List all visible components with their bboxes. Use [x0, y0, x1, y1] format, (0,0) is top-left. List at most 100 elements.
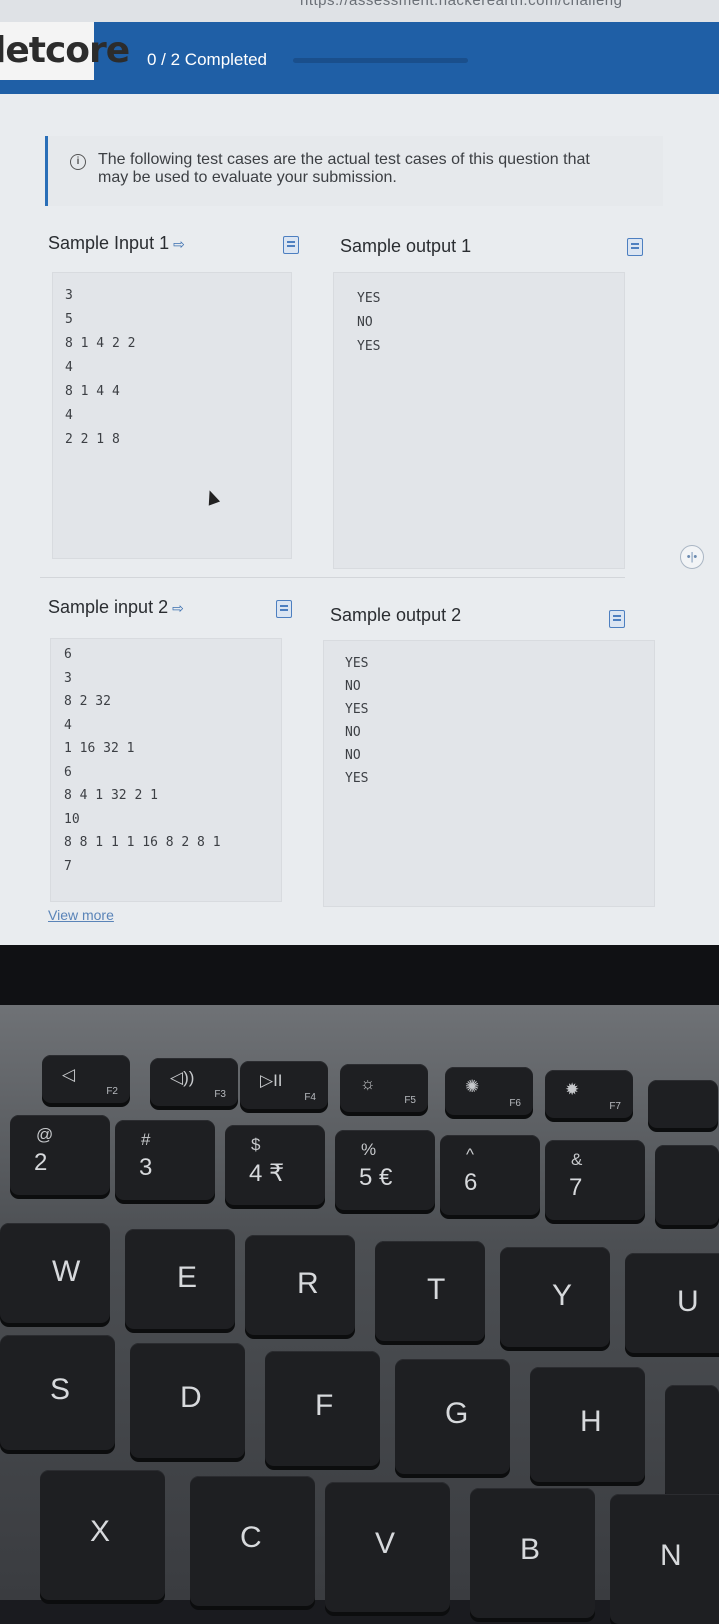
key-f4[interactable]: ▷II F4	[240, 1061, 328, 1109]
key-d[interactable]: D	[130, 1343, 245, 1458]
input-line: 8 1 4 2 2	[65, 336, 136, 351]
key-g[interactable]: G	[395, 1359, 510, 1474]
input-line: 7	[64, 858, 72, 874]
input-line: 4	[64, 717, 72, 733]
key-label: 7	[569, 1174, 583, 1201]
key-label: U	[677, 1285, 699, 1318]
progress-bar	[293, 58, 468, 63]
key-y[interactable]: Y	[500, 1247, 610, 1347]
key-r[interactable]: R	[245, 1235, 355, 1335]
key-f3[interactable]: ◁)) F3	[150, 1058, 238, 1106]
fn-icon: ✺	[465, 1077, 480, 1096]
sample-input-1-title: Sample Input 1 ⇨	[48, 233, 185, 254]
view-more-link[interactable]: View more	[48, 907, 114, 923]
input-line: 6	[64, 647, 72, 662]
key-label: 6	[464, 1169, 478, 1196]
key-e[interactable]: E	[125, 1229, 235, 1329]
key-s[interactable]: S	[0, 1335, 115, 1450]
fn-label: F2	[106, 1086, 118, 1097]
sample-input-2-label: Sample input 2	[48, 597, 169, 617]
key-label: C	[240, 1521, 262, 1554]
fn-label: F5	[404, 1095, 416, 1106]
key-label: H	[580, 1405, 602, 1438]
key-h[interactable]: H	[530, 1367, 645, 1482]
input-line: 4	[65, 408, 73, 423]
copy-icon[interactable]	[609, 610, 625, 628]
fn-label: F6	[509, 1098, 521, 1109]
key-label: G	[445, 1397, 469, 1430]
input-line: 8 8 1 1 1 16 8 2 8 1	[64, 835, 221, 850]
key-6[interactable]: ^ 6	[440, 1135, 540, 1215]
key-label: 2	[34, 1149, 48, 1176]
key-x[interactable]: X	[40, 1470, 165, 1600]
input-line: 8 1 4 4	[65, 384, 120, 399]
copy-icon[interactable]	[283, 236, 299, 254]
key-f[interactable]: F	[265, 1351, 380, 1466]
key-label: V	[375, 1527, 396, 1560]
key-label: W	[52, 1255, 81, 1288]
open-external-icon[interactable]: ⇨	[172, 600, 184, 616]
sample-output-2-code: YES NO YES NO NO YES	[345, 652, 368, 790]
key-shift-label: $	[251, 1135, 261, 1154]
laptop-bezel	[0, 945, 719, 1005]
key-f2[interactable]: ◁ F2	[42, 1055, 130, 1103]
key-label: F	[315, 1389, 334, 1422]
key-j[interactable]	[665, 1385, 719, 1500]
key-4[interactable]: $4 ₹	[225, 1125, 325, 1205]
sample-output-2-panel[interactable]	[323, 640, 655, 907]
info-banner: i The following test cases are the actua…	[45, 136, 663, 206]
fn-icon: ▷II	[260, 1071, 283, 1090]
key-label: Y	[552, 1279, 573, 1312]
open-external-icon[interactable]: ⇨	[173, 236, 185, 252]
key-label: T	[427, 1273, 446, 1306]
fn-icon: ✹	[565, 1080, 580, 1099]
input-line: 8 4 1 32 2 1	[64, 788, 158, 803]
key-w[interactable]: W	[0, 1223, 110, 1323]
section-divider	[40, 577, 625, 578]
fn-icon: ◁	[62, 1065, 76, 1084]
keyboard: ◁ F2 ◁)) F3 ▷II F4 ☼ F5 ✺ F6 ✹ F7 @2 #3 $4 ₹% 5 € ^ 6 & 7 W E…	[0, 1005, 719, 1624]
key-label: S	[50, 1373, 71, 1406]
sample-input-1-code: 3 5 8 1 4 2 2 4 8 1 4 4 4 2 2 1 8	[65, 284, 135, 452]
sample-output-1-title: Sample output 1	[340, 236, 472, 256]
key-n[interactable]: N	[610, 1494, 719, 1624]
key-b[interactable]: B	[470, 1488, 595, 1618]
key-t[interactable]: T	[375, 1241, 485, 1341]
sample-input-1-label: Sample Input 1	[48, 233, 170, 253]
sample-output-1-code: YES NO YES	[357, 287, 380, 359]
key-8[interactable]	[655, 1145, 719, 1225]
key-label: R	[297, 1267, 319, 1300]
key-f7[interactable]: ✹ F7	[545, 1070, 633, 1118]
key-label: N	[660, 1539, 682, 1572]
key-7[interactable]: & 7	[545, 1140, 645, 1220]
key-f5[interactable]: ☼ F5	[340, 1064, 428, 1112]
copy-icon[interactable]	[627, 238, 643, 256]
key-label: D	[180, 1381, 202, 1414]
info-icon: i	[70, 154, 86, 170]
key-label: B	[520, 1533, 541, 1566]
output-line: NO	[345, 725, 361, 740]
url-text: https://assessment.hackerearth.com/chall…	[300, 0, 623, 9]
key-shift-label: %	[361, 1140, 377, 1159]
browser-address-strip[interactable]: https://assessment.hackerearth.com/chall…	[0, 0, 719, 22]
sample-input-2-title: Sample input 2 ⇨	[48, 597, 184, 618]
key-u[interactable]: U	[625, 1253, 719, 1353]
resize-handle-icon[interactable]: •|•	[680, 545, 704, 569]
key-f8[interactable]	[648, 1080, 718, 1128]
sample-input-2-code: 6 3 8 2 32 4 1 16 32 1 6 8 4 1 32 2 1 10 8 8 1 1…	[64, 643, 221, 878]
key-shift-label: &	[571, 1150, 583, 1169]
key-c[interactable]: C	[190, 1476, 315, 1606]
input-line: 10	[64, 811, 80, 827]
key-f6[interactable]: ✺ F6	[445, 1067, 533, 1115]
copy-icon[interactable]	[276, 600, 292, 618]
input-line: 5	[65, 312, 73, 327]
key-2[interactable]: @2	[10, 1115, 110, 1195]
progress-label: 0 / 2 Completed	[147, 50, 268, 69]
key-label: 4 ₹	[249, 1160, 285, 1187]
sample-output-2-title: Sample output 2	[330, 605, 462, 625]
key-5[interactable]: % 5 €	[335, 1130, 435, 1210]
key-shift-label: @	[36, 1125, 54, 1144]
key-3[interactable]: #3	[115, 1120, 215, 1200]
key-v[interactable]: V	[325, 1482, 450, 1612]
fn-icon: ☼	[360, 1074, 376, 1093]
